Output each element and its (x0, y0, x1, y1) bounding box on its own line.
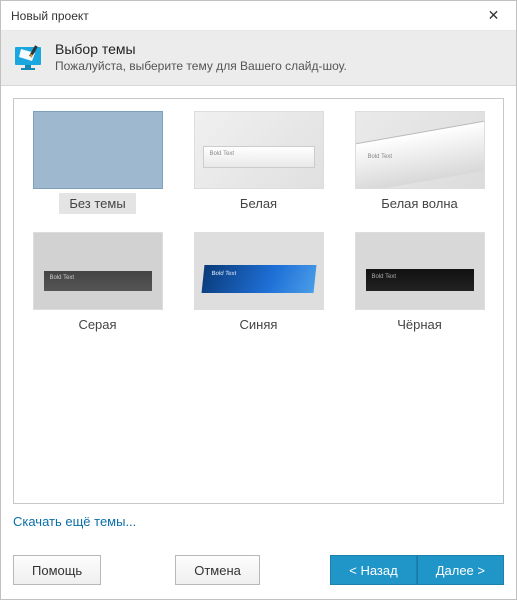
theme-label: Чёрная (387, 314, 452, 335)
back-button[interactable]: < Назад (330, 555, 416, 585)
theme-label: Белая волна (371, 193, 468, 214)
theme-item-gray[interactable]: Bold Text Серая (24, 232, 171, 335)
theme-thumbnail: Bold Text (194, 111, 324, 189)
next-button[interactable]: Далее > (417, 555, 504, 585)
theme-grid: Без темы Bold Text Белая Bold Text Белая… (24, 111, 493, 335)
close-button[interactable]: ✕ (471, 1, 516, 31)
theme-list-box: Без темы Bold Text Белая Bold Text Белая… (13, 98, 504, 504)
theme-icon (13, 41, 45, 73)
close-icon: ✕ (488, 7, 500, 24)
theme-thumbnail: Bold Text (355, 232, 485, 310)
theme-thumbnail (33, 111, 163, 189)
theme-item-blue[interactable]: Bold Text Синяя (185, 232, 332, 335)
theme-item-wave[interactable]: Bold Text Белая волна (346, 111, 493, 214)
theme-label: Синяя (230, 314, 288, 335)
titlebar: Новый проект ✕ (1, 1, 516, 31)
window-title: Новый проект (11, 9, 89, 23)
theme-item-black[interactable]: Bold Text Чёрная (346, 232, 493, 335)
theme-item-white[interactable]: Bold Text Белая (185, 111, 332, 214)
header-subtitle: Пожалуйста, выберите тему для Вашего сла… (55, 59, 347, 73)
help-button[interactable]: Помощь (13, 555, 101, 585)
cancel-button[interactable]: Отмена (175, 555, 260, 585)
nav-button-group: < Назад Далее > (330, 555, 504, 585)
theme-label: Серая (68, 314, 126, 335)
theme-thumbnail: Bold Text (355, 111, 485, 189)
theme-label: Белая (230, 193, 287, 214)
header-title: Выбор темы (55, 41, 347, 57)
theme-label: Без темы (59, 193, 135, 214)
download-more-themes-link[interactable]: Скачать ещё темы... (13, 514, 504, 529)
theme-item-none[interactable]: Без темы (24, 111, 171, 214)
content-area: Без темы Bold Text Белая Bold Text Белая… (1, 86, 516, 545)
wizard-header: Выбор темы Пожалуйста, выберите тему для… (1, 31, 516, 86)
dialog-window: Новый проект ✕ Выбор темы Пожалуйста, вы… (0, 0, 517, 600)
theme-thumbnail: Bold Text (33, 232, 163, 310)
footer-buttons: Помощь Отмена < Назад Далее > (1, 545, 516, 599)
header-text: Выбор темы Пожалуйста, выберите тему для… (55, 41, 347, 73)
theme-thumbnail: Bold Text (194, 232, 324, 310)
